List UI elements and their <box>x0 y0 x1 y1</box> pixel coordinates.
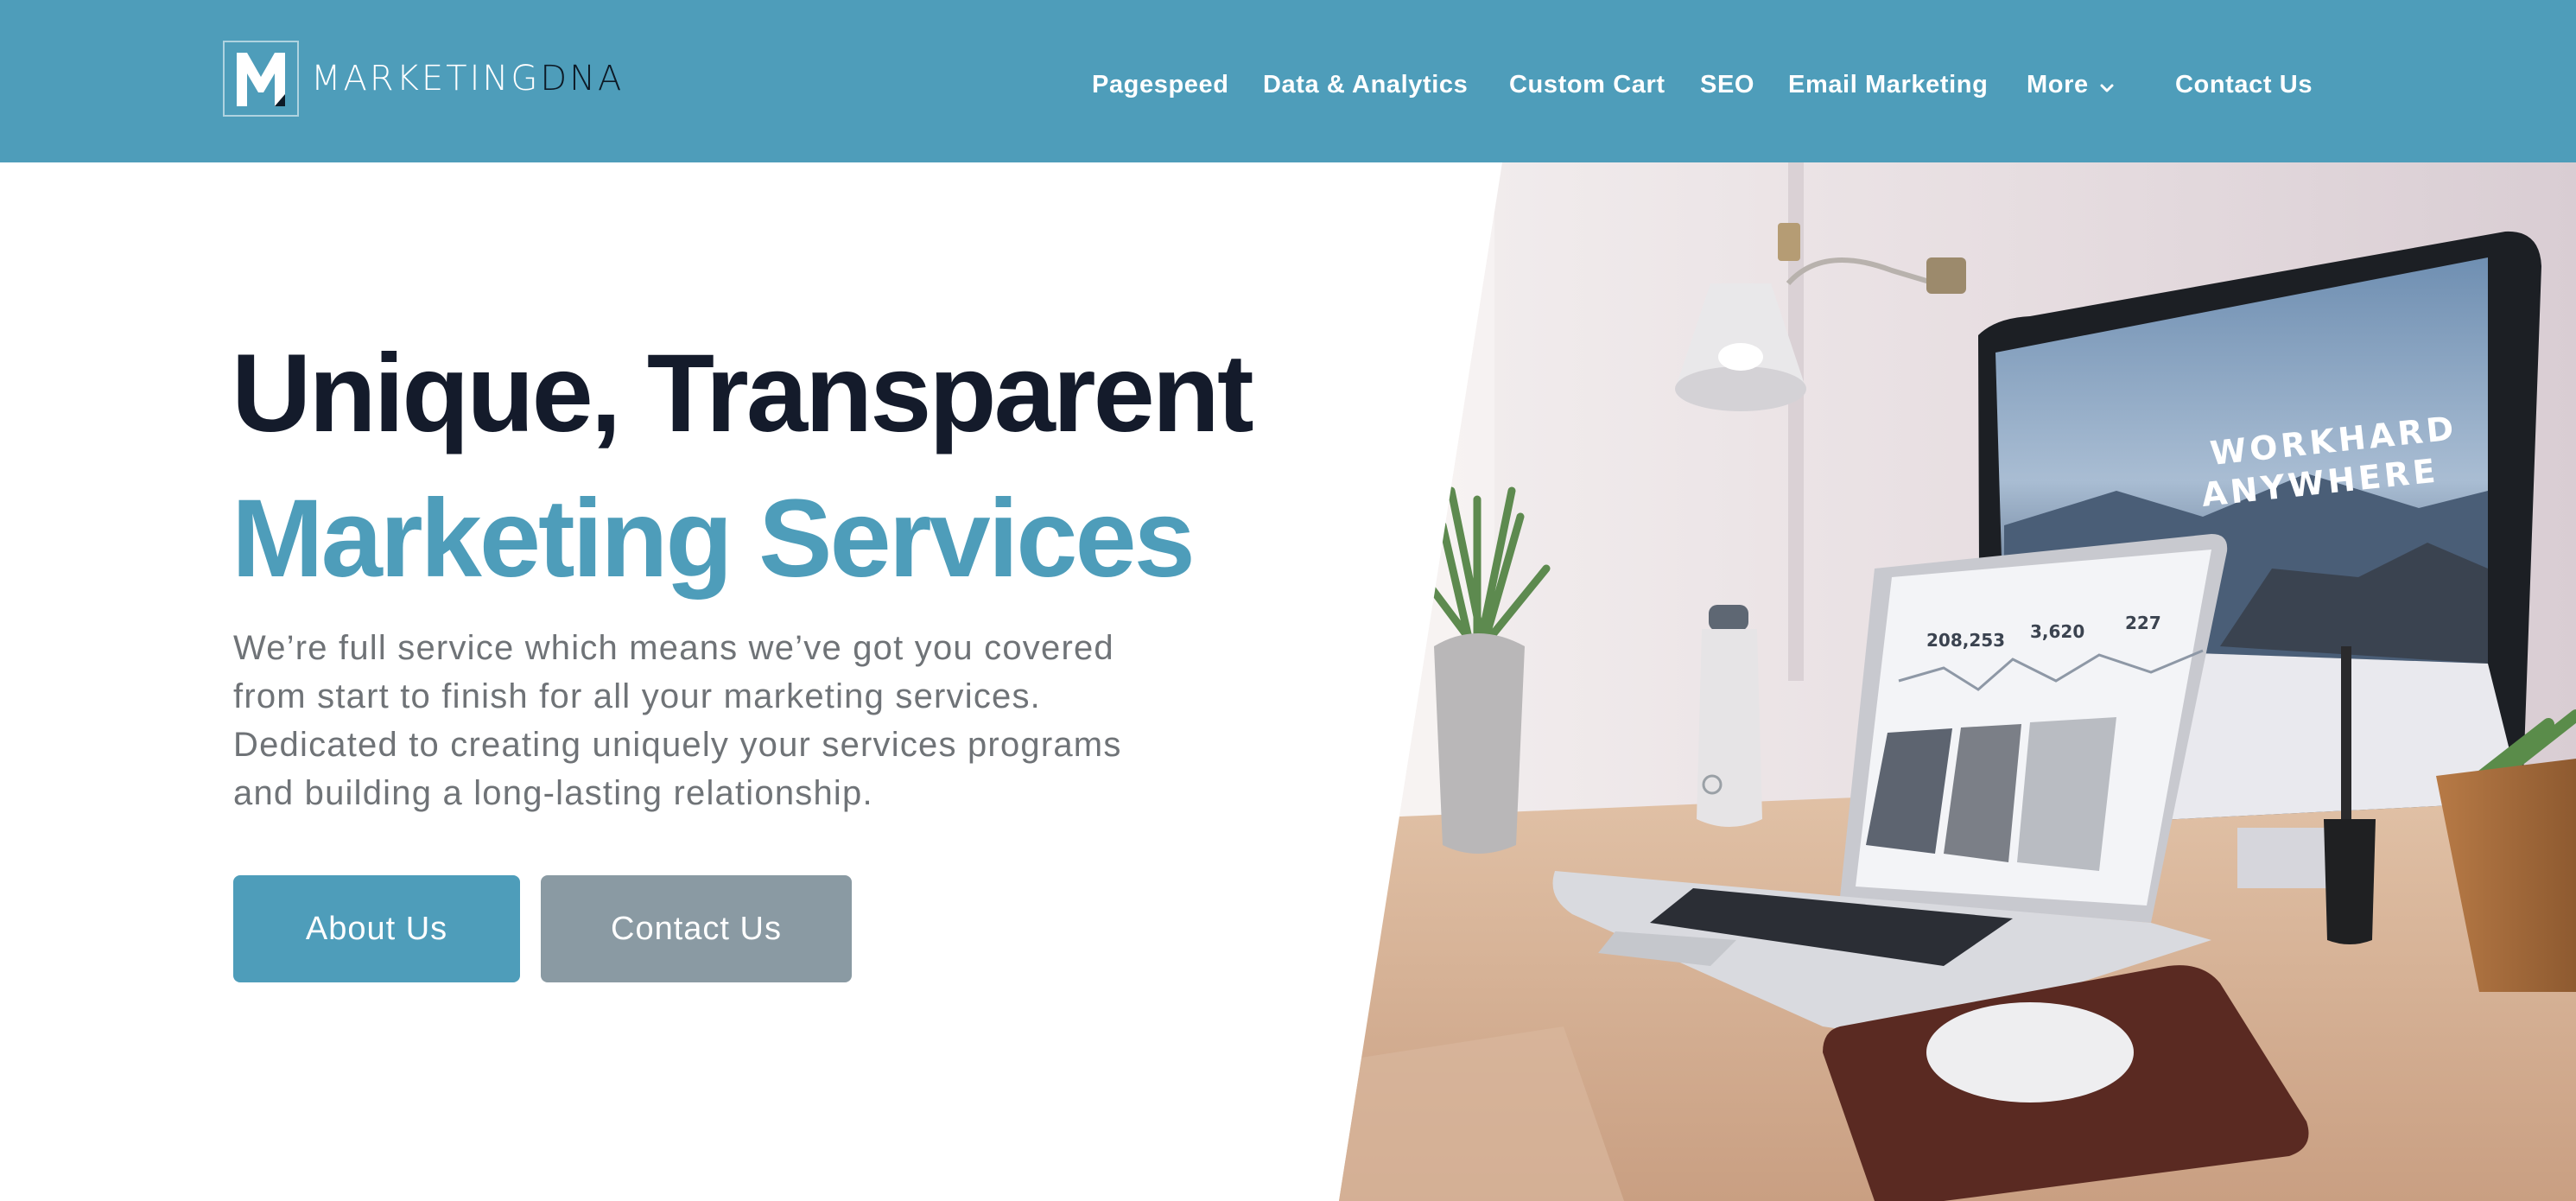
about-us-button[interactable]: About Us <box>233 875 520 982</box>
nav-item-data-analytics[interactable]: Data & Analytics <box>1263 64 1468 105</box>
nav-item-email-marketing[interactable]: Email Marketing <box>1788 64 1988 105</box>
nav-item-contact-us[interactable]: Contact Us <box>2175 64 2313 105</box>
hero-title-line-2: Marketing Services <box>232 477 1196 600</box>
nav-item-more[interactable]: More <box>2027 64 2115 105</box>
laptop-stat-2: 3,620 <box>2030 621 2084 642</box>
workspace-illustration: WORKHARD ANYWHERE 208,253 3,620 227 <box>1339 162 2576 1201</box>
hero-title-line-1: Unique, Transparent <box>232 332 1254 455</box>
nav-item-seo[interactable]: SEO <box>1700 64 1754 105</box>
main-nav: Pagespeed Data & Analytics Custom Cart S… <box>0 64 2576 105</box>
nav-item-custom-cart[interactable]: Custom Cart <box>1509 64 1666 105</box>
nav-item-pagespeed[interactable]: Pagespeed <box>1092 64 1229 105</box>
contact-us-button[interactable]: Contact Us <box>541 875 852 982</box>
hero-image: WORKHARD ANYWHERE 208,253 3,620 227 <box>1339 162 2576 1201</box>
water-bottle-icon <box>1697 605 1762 827</box>
hero-description: We’re full service which means we’ve got… <box>233 629 1122 812</box>
computer-mouse-icon <box>1926 1002 2134 1103</box>
nav-item-more-label: More <box>2027 71 2089 98</box>
laptop-stat-3: 227 <box>2125 613 2161 633</box>
site-header: MARKETINGDNA Pagespeed Data & Analytics … <box>0 0 2576 162</box>
laptop-stat-1: 208,253 <box>1926 630 2005 651</box>
chevron-down-icon <box>2099 65 2115 106</box>
